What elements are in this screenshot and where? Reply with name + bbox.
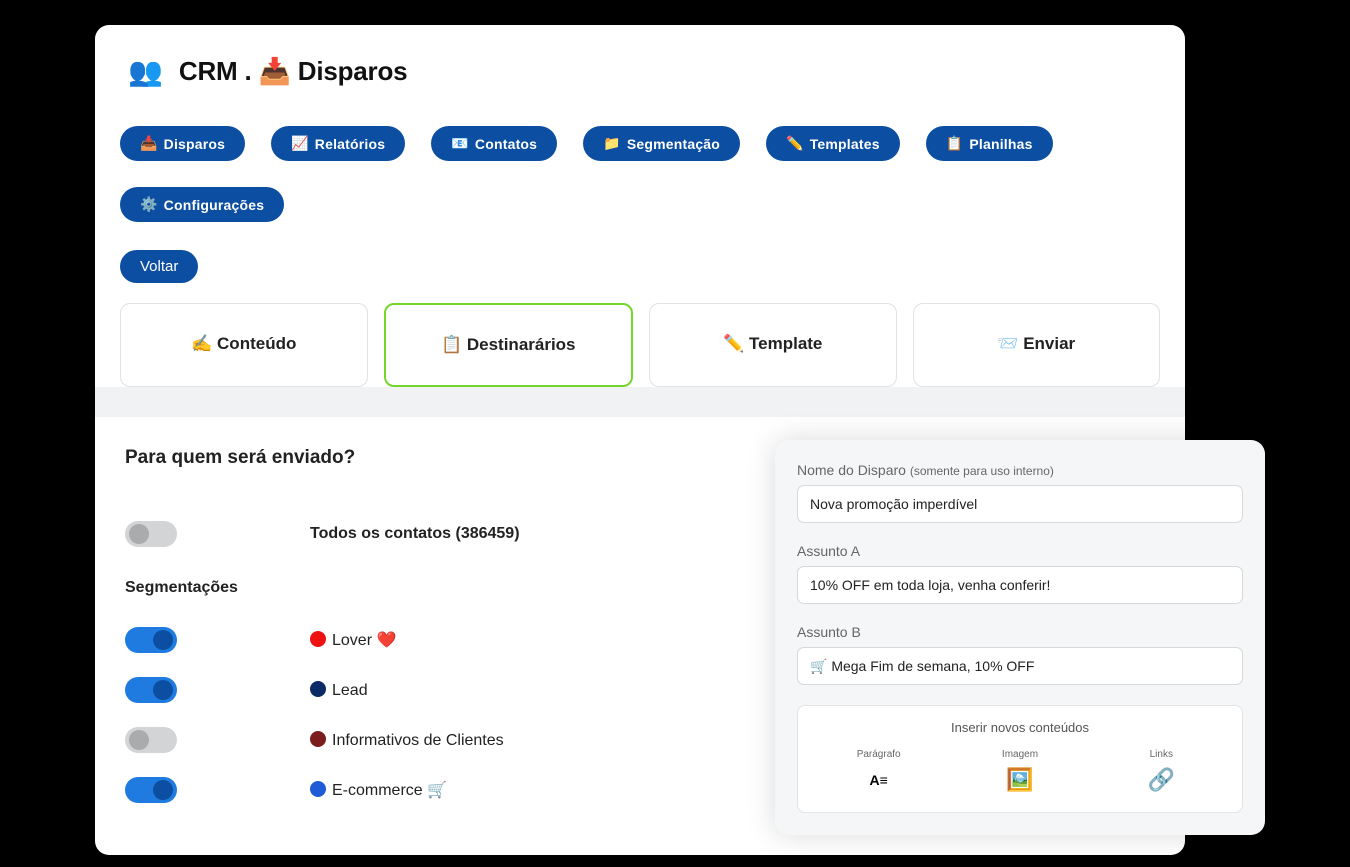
- segment-toggle-informativos[interactable]: [125, 727, 177, 753]
- pencil-icon: ✏️: [723, 334, 744, 353]
- segment-label: Informativos de Clientes: [310, 731, 504, 750]
- step-enviar[interactable]: 📨 Enviar: [913, 303, 1161, 387]
- nav-label: Configurações: [164, 197, 265, 213]
- wizard-steps: ✍️ Conteúdo 📋 Destinarários ✏️ Template …: [120, 303, 1160, 387]
- color-dot: [310, 681, 326, 697]
- image-icon: 🖼️: [998, 762, 1042, 798]
- page-title: CRM . 📥 Disparos: [179, 56, 408, 87]
- subject-b-label: Assunto B: [797, 624, 1243, 640]
- insert-content-box: Inserir novos conteúdos Parágrafo A≡ Ima…: [797, 705, 1243, 813]
- segment-label: Lover ❤️: [310, 630, 396, 650]
- back-button[interactable]: Voltar: [120, 250, 198, 283]
- step-template[interactable]: ✏️ Template: [649, 303, 897, 387]
- insert-image[interactable]: Imagem 🖼️: [990, 745, 1050, 802]
- nav-label: Segmentação: [627, 136, 720, 152]
- field-group-name: Nome do Disparo (somente para uso intern…: [797, 462, 1243, 523]
- nav-contatos[interactable]: 📧 Contatos: [431, 126, 557, 161]
- nav-tabs: 📥 Disparos 📈 Relatórios 📧 Contatos 📁 Seg…: [120, 126, 1160, 222]
- page-header: 👥 CRM . 📥 Disparos: [120, 55, 1160, 88]
- insert-links[interactable]: Links 🔗: [1131, 745, 1191, 802]
- disparo-name-input[interactable]: [797, 485, 1243, 523]
- send-icon: 📨: [997, 334, 1018, 353]
- color-dot: [310, 731, 326, 747]
- nav-relatorios[interactable]: 📈 Relatórios: [271, 126, 405, 161]
- content-editor-overlay: Nome do Disparo (somente para uso intern…: [775, 440, 1265, 835]
- segment-label: E-commerce 🛒: [310, 780, 447, 800]
- nav-label: Contatos: [475, 136, 537, 152]
- nav-label: Relatórios: [315, 136, 385, 152]
- insert-items-row: Parágrafo A≡ Imagem 🖼️ Links 🔗: [808, 745, 1232, 802]
- write-icon: ✍️: [191, 334, 212, 353]
- segment-toggle-lover[interactable]: [125, 627, 177, 653]
- pencil-icon: ✏️: [786, 135, 804, 152]
- step-label: Conteúdo: [217, 334, 296, 353]
- segment-toggle-ecommerce[interactable]: [125, 777, 177, 803]
- clipboard-icon: 📋: [946, 135, 964, 152]
- nav-disparos[interactable]: 📥 Disparos: [120, 126, 245, 161]
- subject-a-input[interactable]: [797, 566, 1243, 604]
- subject-b-input[interactable]: [797, 647, 1243, 685]
- insert-item-label: Parágrafo: [857, 749, 901, 760]
- insert-item-label: Links: [1139, 749, 1183, 760]
- inbox-icon: 📥: [140, 135, 158, 152]
- all-contacts-toggle[interactable]: [125, 521, 177, 547]
- insert-paragraph[interactable]: Parágrafo A≡: [849, 745, 909, 802]
- link-icon: 🔗: [1139, 762, 1183, 798]
- nav-label: Templates: [810, 136, 880, 152]
- step-destinatarios[interactable]: 📋 Destinarários: [384, 303, 634, 387]
- color-dot: [310, 781, 326, 797]
- segment-toggle-lead[interactable]: [125, 677, 177, 703]
- step-conteudo[interactable]: ✍️ Conteúdo: [120, 303, 368, 387]
- nav-configuracoes[interactable]: ⚙️ Configurações: [120, 187, 284, 222]
- nav-planilhas[interactable]: 📋 Planilhas: [926, 126, 1053, 161]
- field-group-subject-a: Assunto A: [797, 543, 1243, 604]
- name-label: Nome do Disparo (somente para uso intern…: [797, 462, 1243, 478]
- section-divider: [95, 387, 1185, 417]
- subject-a-label: Assunto A: [797, 543, 1243, 559]
- app-logo-icon: 👥: [128, 55, 163, 88]
- insert-item-label: Imagem: [998, 749, 1042, 760]
- nav-templates[interactable]: ✏️ Templates: [766, 126, 900, 161]
- step-label: Enviar: [1023, 334, 1075, 353]
- gear-icon: ⚙️: [140, 196, 158, 213]
- all-contacts-label: Todos os contatos (386459): [310, 525, 520, 543]
- step-label: Template: [749, 334, 822, 353]
- mail-icon: 📧: [451, 135, 469, 152]
- nav-label: Planilhas: [969, 136, 1032, 152]
- paragraph-icon: A≡: [857, 762, 901, 798]
- segment-label: Lead: [310, 681, 368, 700]
- clipboard-icon: 📋: [441, 335, 462, 354]
- name-hint: (somente para uso interno): [910, 464, 1054, 478]
- step-label: Destinarários: [467, 335, 576, 354]
- field-group-subject-b: Assunto B: [797, 624, 1243, 685]
- nav-label: Disparos: [164, 136, 226, 152]
- chart-icon: 📈: [291, 135, 309, 152]
- color-dot: [310, 631, 326, 647]
- insert-content-title: Inserir novos conteúdos: [808, 720, 1232, 735]
- folder-icon: 📁: [603, 135, 621, 152]
- nav-segmentacao[interactable]: 📁 Segmentação: [583, 126, 740, 161]
